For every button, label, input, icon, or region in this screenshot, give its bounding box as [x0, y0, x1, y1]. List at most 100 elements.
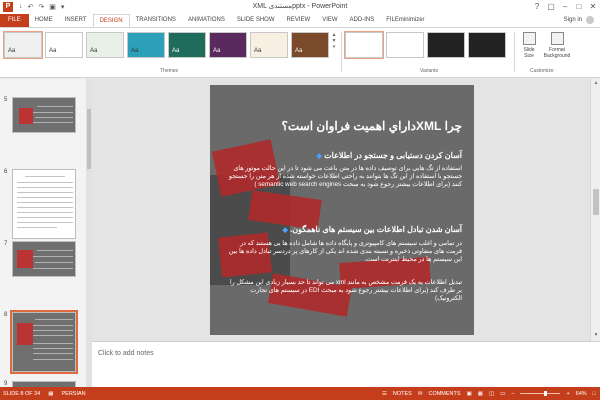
customize-group-label: Customize	[530, 68, 554, 74]
notes-toggle[interactable]: NOTES	[393, 391, 412, 397]
thumbnail-number: 8	[4, 312, 8, 318]
zoom-level[interactable]: 64%	[576, 391, 587, 397]
slideshow-view-icon[interactable]: ▭	[500, 391, 505, 397]
thumbnail-number: 5	[4, 97, 8, 103]
slide-size-label: Slide Size	[523, 47, 535, 59]
theme-sample-text: Aa	[295, 48, 303, 54]
gallery-more-icon[interactable]: ▾	[330, 44, 338, 50]
slide-thumbnail-6[interactable]	[12, 169, 76, 239]
themes-group-label: Themes	[160, 68, 179, 74]
notes-icon[interactable]: ☰	[382, 391, 387, 397]
ribbon-display-options-icon[interactable]: ▢	[544, 0, 558, 14]
divider	[341, 32, 342, 72]
tab-home[interactable]: HOME	[29, 14, 59, 27]
theme-3[interactable]: Aa	[86, 32, 124, 58]
slide-title[interactable]: چرا XMLداراي اهميت فراوان است؟	[222, 119, 462, 133]
theme-sample-text: Aa	[213, 48, 221, 54]
bullet-heading-text: آسان کردن دستیابی و جستجو در اطلاعات	[324, 151, 462, 160]
tab-slide-show[interactable]: SLIDE SHOW	[231, 14, 281, 27]
language-indicator[interactable]: PERSIAN	[62, 391, 86, 397]
scroll-down-icon[interactable]: ▼	[592, 332, 600, 340]
bullet-diamond-icon: ◆	[282, 227, 288, 234]
slide-indicator: SLIDE 8 OF 34	[3, 390, 41, 397]
variant-1[interactable]	[344, 31, 384, 59]
thumbnail-number: 6	[4, 169, 8, 175]
editor-scrollbar[interactable]: ▲ ▼	[590, 79, 600, 341]
reading-view-icon[interactable]: ◫	[489, 391, 494, 397]
theme-sample-text: Aa	[8, 48, 16, 54]
theme-8[interactable]: Aa	[291, 32, 329, 58]
tab-insert[interactable]: INSERT	[59, 14, 93, 27]
slide-thumbnail-7[interactable]	[12, 241, 76, 277]
theme-sample-text: Aa	[49, 48, 57, 54]
themes-gallery-scroll[interactable]: ▲ ▼ ▾	[330, 32, 338, 62]
bullet-heading-1[interactable]: آسان کردن دستیابی و جستجو در اطلاعات ◆	[222, 151, 462, 160]
bullet-text-3[interactable]: تبدیل اطلاعات به یک فرمت مشخص به مانند x…	[226, 279, 462, 303]
slide-sorter-icon[interactable]: ▦	[478, 391, 483, 397]
zoom-slider[interactable]	[520, 391, 561, 396]
ribbon-design: Aa Aa Aa Aa Aa Aa Aa Aa ▲ ▼ ▾ Themes Var…	[0, 27, 600, 78]
minimize-button[interactable]: –	[558, 0, 572, 14]
theme-4[interactable]: Aa	[127, 32, 165, 58]
comments-toggle[interactable]: COMMENTS	[428, 391, 460, 397]
slide-thumbnails-pane: 5 6 7 8 9	[0, 79, 86, 387]
tab-review[interactable]: REVIEW	[281, 14, 317, 27]
comments-icon[interactable]: ✉	[418, 391, 423, 397]
help-icon[interactable]: ?	[530, 0, 544, 14]
notes-pane[interactable]: Click to add notes	[92, 341, 600, 387]
status-bar: SLIDE 8 OF 34 ▦ PERSIAN ☰ NOTES ✉ COMMEN…	[0, 387, 600, 400]
avatar[interactable]	[586, 16, 594, 24]
scrollbar-thumb[interactable]	[87, 109, 91, 169]
slide-editor: چرا XMLداراي اهميت فراوان است؟ آسان کردن…	[92, 79, 590, 341]
slide-thumbnail-5[interactable]	[12, 97, 76, 133]
format-background-button[interactable]: Format Background	[542, 32, 572, 59]
tab-view[interactable]: VIEW	[316, 14, 343, 27]
title-bar: P ↓ ↶ ↷ ▣ ▾ XML مستندی‌pptx - PowerPoint…	[0, 0, 600, 14]
theme-sample-text: Aa	[172, 48, 180, 54]
tab-add-ins[interactable]: ADD-INS	[344, 14, 381, 27]
format-background-icon	[550, 32, 564, 45]
tab-file[interactable]: FILE	[0, 14, 29, 27]
slide-size-icon	[522, 32, 536, 45]
thumbnail-number: 7	[4, 241, 8, 247]
theme-7[interactable]: Aa	[250, 32, 288, 58]
close-button[interactable]: ✕	[586, 0, 600, 14]
slide-thumbnail-8[interactable]	[10, 310, 78, 374]
bullet-diamond-icon: ◆	[316, 153, 322, 160]
bullet-text-1[interactable]: استفاده از تگ هایی برای توصیف داده ها در…	[226, 165, 462, 189]
variants-group-label: Variants	[420, 68, 438, 74]
ribbon-tabs: FILE HOME INSERT DESIGN TRANSITIONS ANIM…	[0, 14, 600, 27]
bullet-heading-2[interactable]: آسان شدن تبادل اطلاعات بین سیستم های ناه…	[222, 225, 462, 234]
tab-transitions[interactable]: TRANSITIONS	[130, 14, 182, 27]
divider	[514, 32, 515, 72]
tab-design[interactable]: DESIGN	[92, 14, 130, 27]
sign-in[interactable]: Sign in	[564, 16, 594, 24]
tab-animations[interactable]: ANIMATIONS	[182, 14, 231, 27]
variant-2[interactable]	[386, 32, 424, 58]
theme-office[interactable]: Aa	[3, 31, 43, 59]
scrollbar-thumb[interactable]	[593, 189, 599, 215]
variant-3[interactable]	[427, 32, 465, 58]
slide-size-button[interactable]: Slide Size	[518, 32, 540, 59]
current-slide[interactable]: چرا XMLداراي اهميت فراوان است؟ آسان کردن…	[210, 85, 474, 335]
proofing-icon[interactable]: ▦	[48, 391, 53, 397]
scroll-up-icon[interactable]: ▲	[592, 80, 600, 88]
sign-in-label[interactable]: Sign in	[564, 17, 582, 23]
normal-view-icon[interactable]: ▣	[467, 391, 472, 397]
theme-6[interactable]: Aa	[209, 32, 247, 58]
bullet-heading-text: آسان شدن تبادل اطلاعات بین سیستم های ناه…	[290, 225, 462, 234]
theme-2[interactable]: Aa	[45, 32, 83, 58]
theme-5[interactable]: Aa	[168, 32, 206, 58]
theme-sample-text: Aa	[90, 48, 98, 54]
maximize-button[interactable]: □	[572, 0, 586, 14]
bullet-text-2[interactable]: در تمامی و اغلب سیستم های کامپیوتری و پا…	[226, 240, 462, 264]
notes-placeholder[interactable]: Click to add notes	[98, 350, 154, 357]
format-background-label: Format Background	[543, 47, 571, 59]
fit-slide-icon[interactable]: □	[593, 391, 596, 397]
variant-4[interactable]	[468, 32, 506, 58]
zoom-out-icon[interactable]: –	[511, 391, 514, 397]
tab-fileminimizer[interactable]: FILEminimizer	[380, 14, 430, 27]
theme-sample-text: Aa	[131, 48, 139, 54]
zoom-slider-thumb[interactable]	[544, 391, 548, 396]
zoom-in-icon[interactable]: +	[566, 391, 569, 397]
